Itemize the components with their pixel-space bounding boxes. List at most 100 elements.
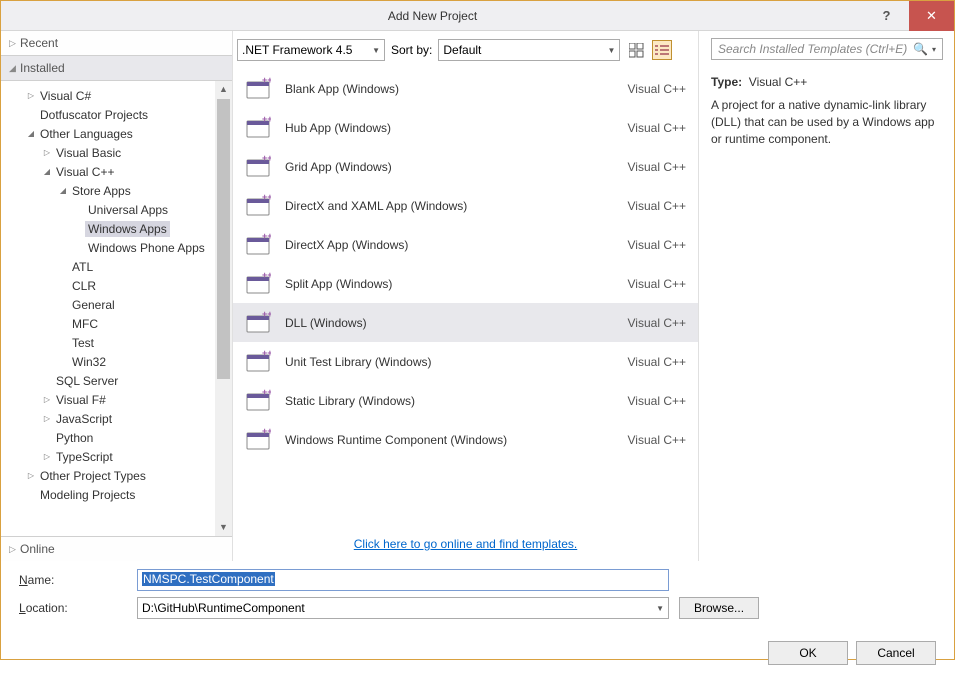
online-templates-link[interactable]: Click here to go online and find templat… (354, 537, 577, 551)
tree-item[interactable]: ▷Other Project Types (5, 466, 232, 485)
search-input[interactable]: Search Installed Templates (Ctrl+E) 🔍 ▾ (711, 38, 943, 60)
panel-recent-label: Recent (20, 36, 58, 50)
template-list[interactable]: ++Blank App (Windows)Visual C++++Hub App… (233, 69, 698, 527)
ok-button[interactable]: OK (768, 641, 848, 665)
template-name: Static Library (Windows) (285, 394, 628, 408)
tree-item[interactable]: ◢Other Languages (5, 124, 232, 143)
template-row[interactable]: ++DirectX and XAML App (Windows)Visual C… (233, 186, 698, 225)
tree-item[interactable]: ▷Visual F# (5, 390, 232, 409)
template-row[interactable]: ++ DirectX App (Windows)Visual C++ (233, 225, 698, 264)
template-row[interactable]: ++Split App (Windows)Visual C++ (233, 264, 698, 303)
template-icon: ++ (245, 76, 271, 102)
chevron-right-icon: ▷ (9, 544, 20, 555)
template-icon: ++ (245, 310, 271, 336)
tree-item[interactable]: Test (5, 333, 232, 352)
close-button[interactable]: ✕ (909, 1, 954, 31)
tree-item[interactable]: ▷JavaScript (5, 409, 232, 428)
browse-button[interactable]: Browse... (679, 597, 759, 619)
template-row[interactable]: ++Static Library (Windows)Visual C++ (233, 381, 698, 420)
template-icon: ++ (245, 154, 271, 180)
svg-text:++: ++ (262, 232, 271, 241)
tree-item-label: Other Languages (37, 126, 136, 142)
svg-text:++: ++ (262, 349, 271, 358)
tree-item[interactable]: MFC (5, 314, 232, 333)
tree-item-label: CLR (69, 278, 99, 294)
tree-item-label: Test (69, 335, 97, 351)
template-row[interactable]: ++Unit Test Library (Windows)Visual C++ (233, 342, 698, 381)
chevron-down-icon: ▼ (656, 604, 664, 613)
svg-text:++: ++ (262, 310, 271, 319)
tree-item[interactable]: ▷Visual C# (5, 86, 232, 105)
tree-item[interactable]: Windows Phone Apps (5, 238, 232, 257)
tree-item-label: Store Apps (69, 183, 134, 199)
template-icon: ++ (245, 349, 271, 375)
tree-item-label: ATL (69, 259, 96, 275)
tree-item[interactable]: Universal Apps (5, 200, 232, 219)
chevron-down-icon[interactable]: ◢ (41, 167, 53, 176)
type-row: Type: Visual C++ (711, 75, 942, 89)
framework-combo[interactable]: .NET Framework 4.5 ▼ (237, 39, 385, 61)
chevron-down-icon: ▾ (932, 45, 936, 54)
cancel-button[interactable]: Cancel (856, 641, 936, 665)
chevron-right-icon[interactable]: ▷ (41, 395, 53, 404)
tree-item[interactable]: Modeling Projects (5, 485, 232, 504)
template-lang: Visual C++ (628, 355, 686, 369)
template-row[interactable]: ++Grid App (Windows)Visual C++ (233, 147, 698, 186)
chevron-down-icon[interactable]: ◢ (25, 129, 37, 138)
panel-installed[interactable]: ◢ Installed (1, 55, 232, 81)
scroll-thumb[interactable] (217, 99, 230, 379)
svg-text:++: ++ (262, 76, 271, 85)
tree-item-label: Windows Phone Apps (85, 240, 208, 256)
tree-item-label: Visual C# (37, 88, 94, 104)
view-list-button[interactable] (652, 40, 672, 60)
center-panel: .NET Framework 4.5 ▼ Sort by: Default ▼ … (233, 31, 698, 561)
tree-item-label: TypeScript (53, 449, 116, 465)
tree-item[interactable]: ◢Visual C++ (5, 162, 232, 181)
location-input[interactable]: D:\GitHub\RuntimeComponent ▼ (137, 597, 669, 619)
tree-item-label: Other Project Types (37, 468, 149, 484)
scroll-up-icon[interactable]: ▲ (215, 81, 232, 98)
tree-item[interactable]: Win32 (5, 352, 232, 371)
chevron-right-icon[interactable]: ▷ (25, 91, 37, 100)
online-templates-link-row: Click here to go online and find templat… (233, 527, 698, 561)
chevron-right-icon[interactable]: ▷ (25, 471, 37, 480)
template-name: DirectX App (Windows) (285, 238, 628, 252)
template-tree[interactable]: ▷Visual C#Dotfuscator Projects◢Other Lan… (1, 86, 232, 504)
tree-item[interactable]: ◢Store Apps (5, 181, 232, 200)
svg-text:++: ++ (262, 193, 271, 202)
tree-item[interactable]: Windows Apps (5, 219, 232, 238)
tree-item[interactable]: SQL Server (5, 371, 232, 390)
sortby-label: Sort by: (391, 43, 432, 57)
name-input[interactable]: NMSPC.TestComponent (137, 569, 669, 591)
panel-online[interactable]: ▷ Online (1, 536, 232, 561)
tree-scrollbar[interactable]: ▲ ▼ (215, 81, 232, 536)
chevron-down-icon[interactable]: ◢ (57, 186, 69, 195)
tree-item[interactable]: ▷Visual Basic (5, 143, 232, 162)
template-icon: ++ (245, 427, 271, 453)
help-button[interactable]: ? (864, 1, 909, 31)
template-description: A project for a native dynamic-link libr… (711, 97, 942, 147)
tree-item[interactable]: Python (5, 428, 232, 447)
tree-item-label: General (69, 297, 118, 313)
template-row[interactable]: ++Blank App (Windows)Visual C++ (233, 69, 698, 108)
template-row[interactable]: ++Hub App (Windows)Visual C++ (233, 108, 698, 147)
chevron-right-icon[interactable]: ▷ (41, 414, 53, 423)
tree-item[interactable]: ▷TypeScript (5, 447, 232, 466)
template-row[interactable]: ++Windows Runtime Component (Windows)Vis… (233, 420, 698, 459)
chevron-right-icon[interactable]: ▷ (41, 452, 53, 461)
tree-item[interactable]: General (5, 295, 232, 314)
sortby-combo[interactable]: Default ▼ (438, 39, 620, 61)
panel-recent[interactable]: ▷ Recent (1, 31, 232, 55)
template-row[interactable]: ++DLL (Windows)Visual C++ (233, 303, 698, 342)
toolbar: .NET Framework 4.5 ▼ Sort by: Default ▼ (233, 31, 698, 69)
tree-item[interactable]: CLR (5, 276, 232, 295)
search-icon: 🔍 (913, 42, 928, 56)
template-name: Grid App (Windows) (285, 160, 628, 174)
template-lang: Visual C++ (628, 238, 686, 252)
tree-item[interactable]: ATL (5, 257, 232, 276)
view-medium-icons-button[interactable] (626, 40, 646, 60)
chevron-down-icon: ▼ (372, 46, 380, 55)
tree-item[interactable]: Dotfuscator Projects (5, 105, 232, 124)
scroll-down-icon[interactable]: ▼ (215, 519, 232, 536)
chevron-right-icon[interactable]: ▷ (41, 148, 53, 157)
